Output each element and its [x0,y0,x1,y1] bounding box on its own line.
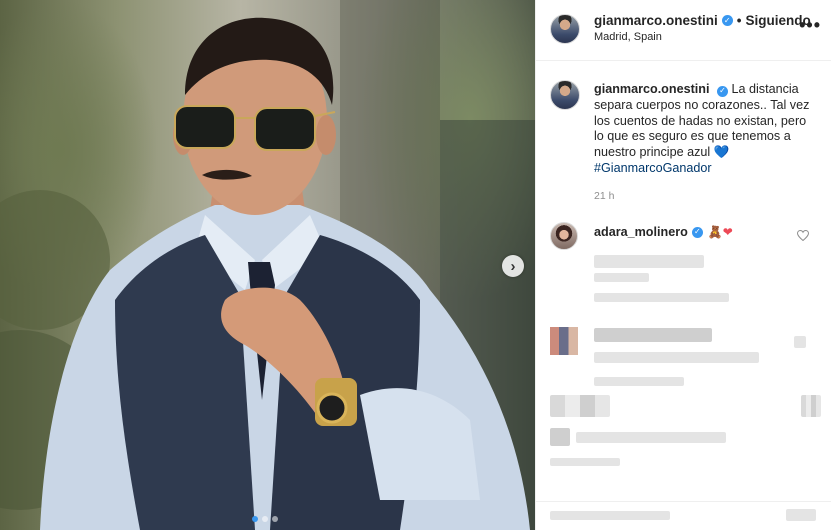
post-header: gianmarco.onestini ✓ • Siguiendo Madrid,… [536,0,831,61]
author-avatar[interactable] [550,14,580,44]
caption-username[interactable]: gianmarco.onestini [594,82,709,96]
blurred-avatar [550,327,578,355]
header-separator: • [736,13,742,28]
heart-outline-icon[interactable] [797,230,809,241]
post-photo[interactable]: › [0,0,535,530]
blurred-replies [594,377,684,386]
comment-input-bar[interactable] [536,501,831,530]
blue-heart-emoji: 💙 [713,145,730,160]
comment-text: 🧸❤ [708,225,733,239]
blurred-comment-meta [594,293,729,302]
caption-author-avatar[interactable] [550,80,580,110]
post-photo-illustration [0,0,535,530]
chevron-right-icon: › [510,257,516,275]
blurred-post-button [786,509,816,521]
blurred-save [801,395,821,417]
post-location[interactable]: Madrid, Spain [594,31,662,43]
post-details-panel: gianmarco.onestini ✓ • Siguiendo Madrid,… [536,0,831,530]
carousel-dot-2 [262,516,268,522]
header-user-line: gianmarco.onestini ✓ • Siguiendo [594,13,811,28]
caption-hashtag[interactable]: #GianmarcoGanador [594,161,712,175]
author-username[interactable]: gianmarco.onestini [594,13,718,28]
comment-username[interactable]: adara_molinero [594,225,688,239]
carousel-dot-3 [272,516,278,522]
verified-badge-icon: ✓ [716,85,728,97]
blurred-comment-text [594,255,704,268]
blurred-comment-text [594,273,649,282]
blurred-like [794,336,806,348]
blurred-date [550,458,620,466]
blurred-comment-meta [594,352,759,363]
post-caption: gianmarco.onestini ✓ La distancia separa… [594,82,816,177]
more-options-icon[interactable]: ••• [799,16,821,34]
comment-line: adara_molinero ✓ 🧸❤ [594,225,733,239]
teddy-bear-emoji: 🧸 [707,225,723,239]
carousel-dots [252,516,278,522]
carousel-next-button[interactable]: › [502,255,524,277]
blurred-comment-text [594,328,712,342]
blurred-liker-avatar [550,428,570,446]
blurred-action-row [550,395,610,417]
commenter-avatar[interactable] [550,222,578,250]
blurred-likes [576,432,726,443]
verified-badge-icon: ✓ [721,15,733,26]
carousel-dot-1 [252,516,258,522]
blurred-comment-placeholder [550,511,670,520]
caption-timestamp[interactable]: 21 h [594,190,614,202]
verified-badge-icon: ✓ [691,226,703,238]
red-heart-emoji: ❤ [722,225,733,239]
